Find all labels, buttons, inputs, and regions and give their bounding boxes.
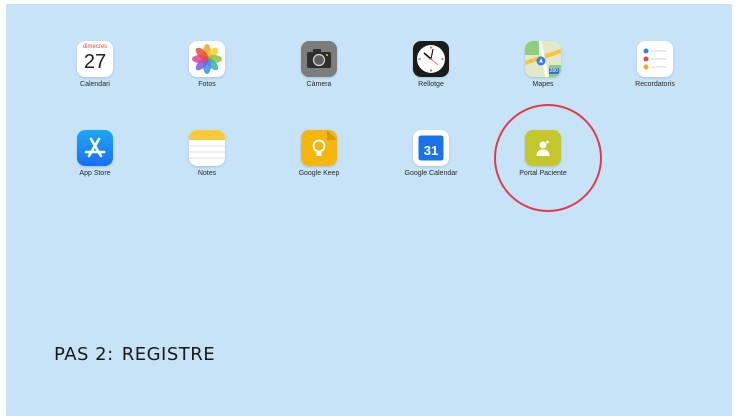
- app-label: Google Calendar: [404, 170, 458, 177]
- camera-icon: [301, 41, 337, 77]
- app-label: Rellotge: [418, 81, 444, 88]
- calendar-day: 27: [83, 51, 107, 73]
- app-label: Mapes: [532, 81, 554, 88]
- highlight-circle: [494, 104, 602, 212]
- app-appstore[interactable]: App Store: [50, 130, 140, 177]
- app-fotos[interactable]: Fotos: [162, 41, 252, 88]
- maps-icon: 280: [525, 41, 561, 77]
- app-calendari[interactable]: dimecres 27 Calendari: [50, 41, 140, 88]
- app-google-calendar[interactable]: 31 Google Calendar: [386, 130, 476, 177]
- app-recordatoris[interactable]: Recordatoris: [610, 41, 700, 88]
- app-label: Fotos: [198, 81, 216, 88]
- app-label: Google Keep: [298, 170, 340, 177]
- google-calendar-icon: 31: [413, 130, 449, 166]
- app-notes[interactable]: Notes: [162, 130, 252, 177]
- calendar-icon: dimecres 27: [77, 41, 113, 77]
- app-mapes[interactable]: 280 Mapes: [498, 41, 588, 88]
- reminders-icon: [637, 41, 673, 77]
- google-calendar-day: 31: [423, 143, 439, 158]
- step-caption: PAS 2: REGISTRE: [54, 344, 215, 365]
- app-google-keep[interactable]: Google Keep: [274, 130, 364, 177]
- caption-title: REGISTRE: [121, 344, 216, 365]
- app-label: App Store: [79, 170, 111, 177]
- google-keep-icon: [301, 130, 337, 166]
- app-store-icon: [77, 130, 113, 166]
- app-label: Notes: [197, 170, 217, 177]
- app-camera[interactable]: Càmera: [274, 41, 364, 88]
- home-screen: dimecres 27 Calendari Fotos Càmera Rello…: [6, 4, 732, 416]
- app-rellotge[interactable]: Rellotge: [386, 41, 476, 88]
- app-label: Calendari: [80, 81, 110, 88]
- caption-step: PAS 2:: [54, 344, 114, 365]
- photos-icon: [189, 41, 225, 77]
- notes-icon: [189, 130, 225, 166]
- calendar-weekday: dimecres: [82, 44, 108, 50]
- maps-route-badge: 280: [548, 68, 559, 74]
- app-label: Càmera: [306, 81, 332, 88]
- app-label: Recordatoris: [635, 81, 675, 88]
- clock-icon: [413, 41, 449, 77]
